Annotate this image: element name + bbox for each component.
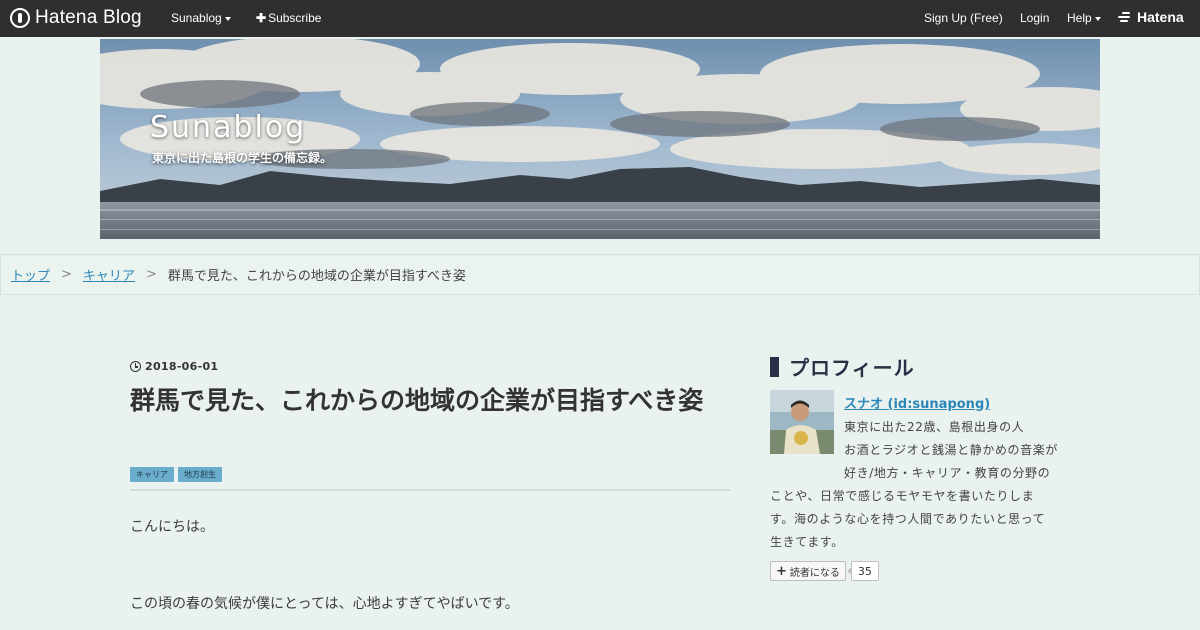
follow-widget: + 読者になる 35 [770,561,879,581]
plus-icon: ✚ [256,11,267,25]
caret-down-icon [1094,16,1101,21]
post-date-text: 2018-06-01 [145,360,219,373]
signup-link[interactable]: Sign Up (Free) [924,11,1003,25]
category-tag-career[interactable]: キャリア [130,467,174,482]
profile-heading-text: プロフィール [789,356,915,380]
avatar[interactable] [770,390,834,454]
breadcrumb-separator: > [61,267,72,282]
subscribe-label: Subscribe [268,11,322,25]
plus-icon: + [776,563,787,579]
hatena-blog-logo-icon [10,8,30,28]
caret-down-icon [224,16,231,21]
hatena-logo-icon [1118,10,1134,24]
profile-bio-line: す。海のような心を持つ人間でありたいと思って [770,512,1046,526]
post-paragraph: こんにちは。 [130,519,214,535]
follow-button[interactable]: + 読者になる [770,561,846,581]
breadcrumb-top-link[interactable]: トップ [11,265,50,284]
logo-text: Hatena Blog [35,7,142,28]
post-date[interactable]: 2018-06-01 [130,360,218,373]
subscribe-button[interactable]: ✚ Subscribe [256,11,321,25]
profile-bio-line: お酒とラジオと銭湯と静かめの音楽が [844,443,1058,457]
profile-bio-line: 東京に出た22歳、島根出身の人 [844,420,1025,434]
hatena-brand-text: Hatena [1137,9,1184,25]
follower-count[interactable]: 35 [846,561,879,581]
profile-bio-line: ことや、日常で感じるモヤモヤを書いたりしま [770,489,1035,503]
breadcrumb-career-link[interactable]: キャリア [83,265,135,284]
category-list: キャリア 地方創生 [130,467,222,482]
blog-menu-dropdown[interactable]: Sunablog [171,11,231,25]
heading-accent-bar [770,356,779,377]
title-divider [130,489,730,491]
hatena-brand-link[interactable]: Hatena [1118,9,1184,25]
blog-description: 東京に出た島根の学生の備忘録。 [152,151,333,165]
breadcrumb-separator: > [145,267,157,282]
blog-title[interactable]: Sunablog [150,110,306,145]
help-label: Help [1067,11,1092,25]
profile-bio-line: 好き/地方・キャリア・教育の分野の [844,466,1051,480]
login-link[interactable]: Login [1020,11,1049,25]
avatar-photo [770,390,834,454]
top-navbar: Hatena Blog Sunablog ✚ Subscribe Sign Up … [0,0,1200,37]
profile-name-link[interactable]: スナオ (id:sunapong) [844,393,990,412]
hatena-blog-logo[interactable]: Hatena Blog [10,7,142,29]
breadcrumb: トップ > キャリア > 群馬で見た、これからの地域の企業が目指すべき姿 [0,254,1200,295]
help-dropdown[interactable]: Help [1067,11,1101,25]
breadcrumb-current: 群馬で見た、これからの地域の企業が目指すべき姿 [167,269,466,284]
blog-menu-label: Sunablog [171,11,222,25]
post-title[interactable]: 群馬で見た、これからの地域の企業が目指すべき姿 [130,384,730,418]
profile-bio-line: 生きてます。 [770,535,844,549]
category-tag-regional[interactable]: 地方創生 [178,467,222,482]
post-paragraph: この頃の春の気候が僕にとっては、心地よすぎてやばいです。 [130,596,519,612]
profile-heading: プロフィール [770,352,915,381]
clock-icon [130,361,141,372]
follow-label: 読者になる [789,567,840,579]
